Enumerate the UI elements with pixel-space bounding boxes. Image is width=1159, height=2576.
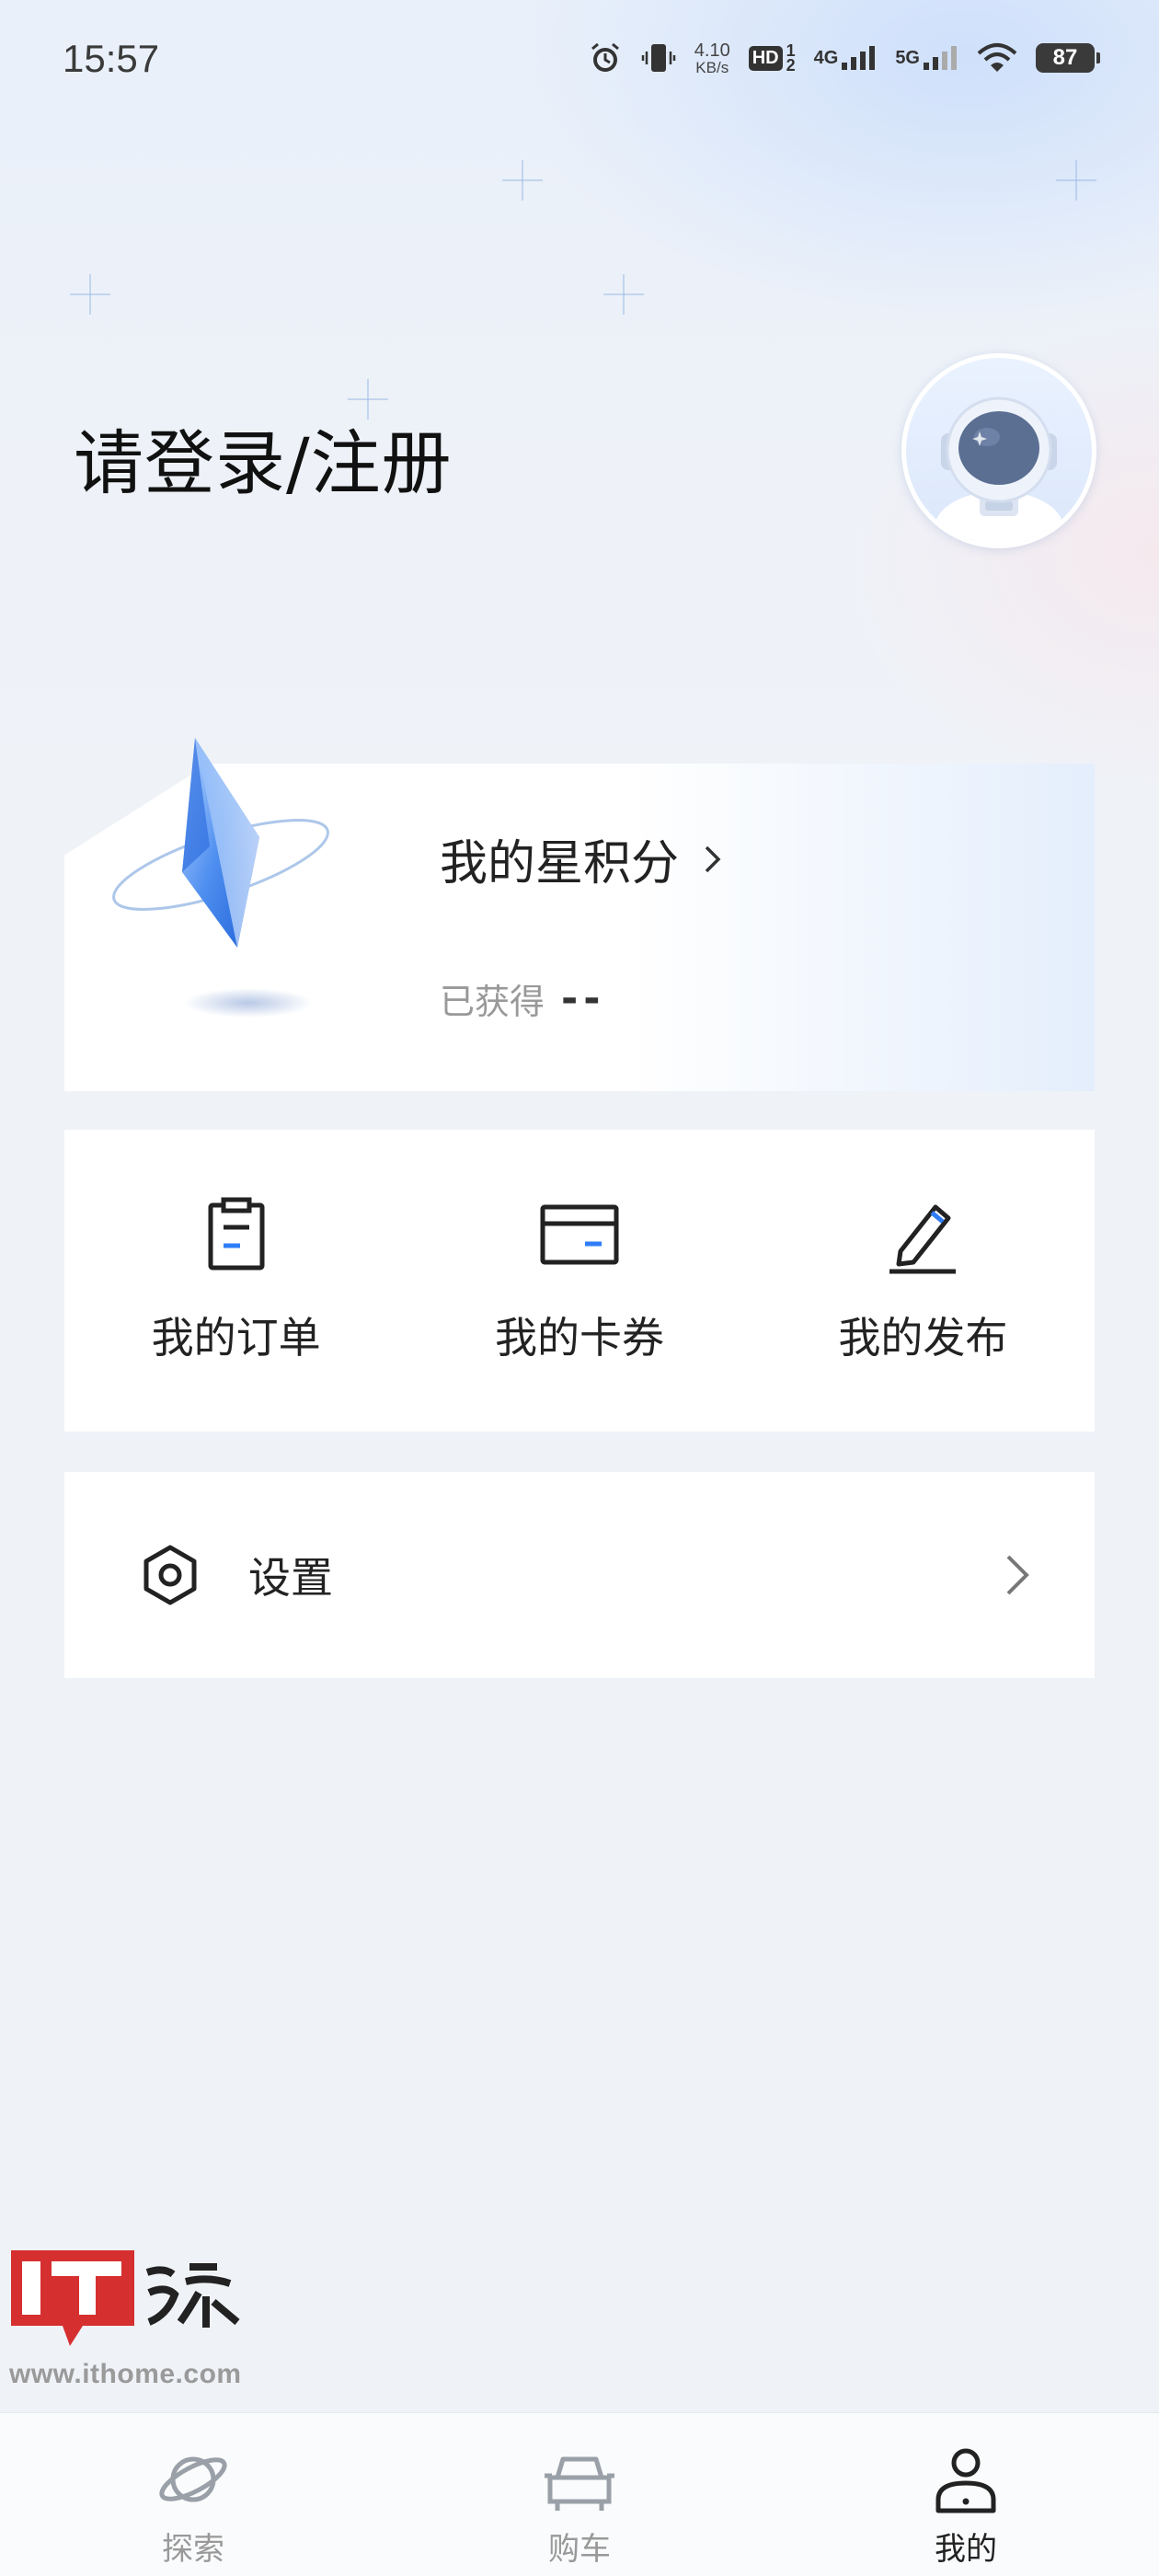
my-orders-label: 我的订单: [151, 1313, 321, 1363]
planet-icon: [159, 2456, 227, 2502]
nav-label-buy-car: 购车: [548, 2531, 611, 2568]
bottom-nav: 探索 购车 我的: [0, 2412, 1159, 2576]
pen-icon: [889, 1204, 957, 1274]
nav-item-explore[interactable]: 探索: [0, 2413, 386, 2576]
status-bar: 15:57 4.10 KB/s HD 12 4G 5G 87: [0, 0, 1159, 125]
battery-icon: 87: [1036, 43, 1100, 73]
wifi-icon: [977, 42, 1017, 74]
settings-row[interactable]: 设置: [64, 1472, 1095, 1678]
chevron-right-icon: [705, 845, 721, 872]
sim-number: 12: [786, 41, 796, 75]
status-time: 15:57: [63, 37, 160, 80]
gear-icon: [143, 1545, 197, 1605]
ithome-watermark: www.ithome.com: [9, 2245, 267, 2401]
my-posts-label: 我的发布: [838, 1313, 1008, 1363]
avatar[interactable]: [901, 353, 1096, 548]
net-speed-value: 4.10: [694, 40, 730, 61]
nav-item-buy-car[interactable]: 购车: [386, 2413, 773, 2576]
hd-label: HD: [748, 45, 783, 71]
sparkle-decoration: [70, 274, 110, 315]
star-points-label: 我的星积分: [440, 836, 680, 891]
earned-label: 已获得: [440, 982, 545, 1022]
watermark-text: www.ithome.com: [9, 2359, 242, 2389]
car-icon: [545, 2456, 614, 2511]
settings-label: 设置: [248, 1553, 333, 1603]
sparkle-decoration: [502, 160, 543, 201]
person-icon: [935, 2448, 996, 2513]
my-coupons-button[interactable]: 我的卡券: [407, 1130, 751, 1432]
star-points-earned: 已获得 --: [440, 973, 606, 1024]
my-coupons-label: 我的卡券: [494, 1313, 664, 1363]
card-icon: [540, 1204, 619, 1265]
nav-label-explore: 探索: [162, 2531, 224, 2568]
astronaut-icon: [935, 397, 1063, 544]
star-points-title[interactable]: 我的星积分: [440, 824, 723, 893]
vibrate-icon: [641, 40, 676, 75]
ithome-logo: [11, 2250, 240, 2346]
net-speed-unit: KB/s: [695, 58, 729, 76]
signal-icon: 5G: [895, 44, 958, 72]
nav-label-mine: 我的: [935, 2531, 997, 2568]
hd-icon: HD 12: [748, 41, 796, 75]
sparkle-decoration: [1056, 160, 1096, 201]
crystal-icon: [112, 738, 329, 1018]
nav-item-mine[interactable]: 我的: [773, 2413, 1159, 2576]
shortcut-card: 我的订单 我的卡券 我的发布: [64, 1130, 1095, 1432]
earned-value: --: [561, 975, 606, 1022]
clipboard-icon: [208, 1197, 265, 1271]
alarm-icon: [588, 40, 623, 75]
my-orders-button[interactable]: 我的订单: [64, 1130, 407, 1432]
chevron-right-icon: [1006, 1555, 1029, 1595]
net-speed: 4.10 KB/s: [694, 41, 730, 75]
signal-icon: 4G: [814, 44, 878, 72]
signal-1-label: 4G: [813, 47, 839, 68]
signal-2-label: 5G: [895, 47, 920, 68]
login-register-link[interactable]: 请登录/注册: [74, 407, 453, 508]
status-icons: 4.10 KB/s HD 12 4G 5G 87: [588, 40, 1100, 75]
sparkle-decoration: [603, 274, 644, 315]
my-posts-button[interactable]: 我的发布: [752, 1130, 1095, 1432]
